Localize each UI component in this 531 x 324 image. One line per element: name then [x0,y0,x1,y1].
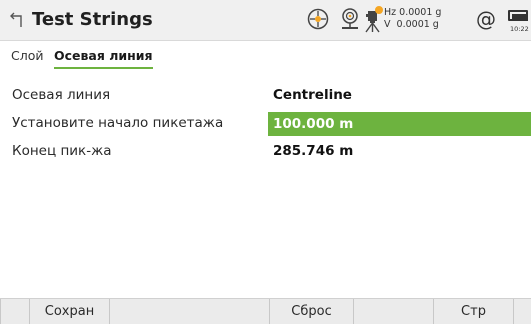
start-chainage-field[interactable] [268,112,531,136]
centreline-row: Осевая линия Centreline [0,84,531,108]
prism-icon[interactable] [339,7,361,31]
softkey-f5[interactable] [353,299,433,324]
centreline-label: Осевая линия [12,87,111,103]
target-icon[interactable] [307,8,329,30]
v-value: V 0.0001 g [384,19,439,30]
start-chainage-label: Установите начало пикетажа [12,115,224,131]
softkey-page[interactable]: Стр [433,299,513,324]
at-icon[interactable]: @ [476,7,496,31]
softkey-save[interactable]: Сохран [29,299,109,324]
hz-value: Hz 0.0001 g [384,7,442,18]
angle-readout: Hz 0.0001 g V 0.0001 g [384,7,441,31]
tab-layer[interactable]: Слой [11,48,44,63]
back-icon[interactable] [10,11,26,29]
end-chainage-row: Конец пик-жа 285.746 m [0,140,531,164]
end-chainage-label: Конец пик-жа [12,143,112,159]
page-title: Test Strings [32,9,153,30]
start-chainage-input[interactable] [268,112,523,136]
battery-icon: 10:22 [508,10,531,36]
softkey-bar: Сохран Сброс Стр [0,298,531,324]
end-chainage-value: 285.746 m [273,143,354,159]
softkey-reset[interactable]: Сброс [269,299,353,324]
title-bar: Test Strings Hz 0.0001 g V 0.0001 g @ 10… [0,0,531,41]
softkey-f7[interactable] [513,299,531,324]
tab-centreline[interactable]: Осевая линия [54,48,153,69]
instrument-icon[interactable] [362,5,384,33]
softkey-f3[interactable] [109,299,269,324]
softkey-f1[interactable] [0,299,29,324]
centreline-value[interactable]: Centreline [273,87,352,103]
clock-time: 10:22 [510,25,529,33]
start-chainage-row: Установите начало пикетажа [0,112,531,136]
